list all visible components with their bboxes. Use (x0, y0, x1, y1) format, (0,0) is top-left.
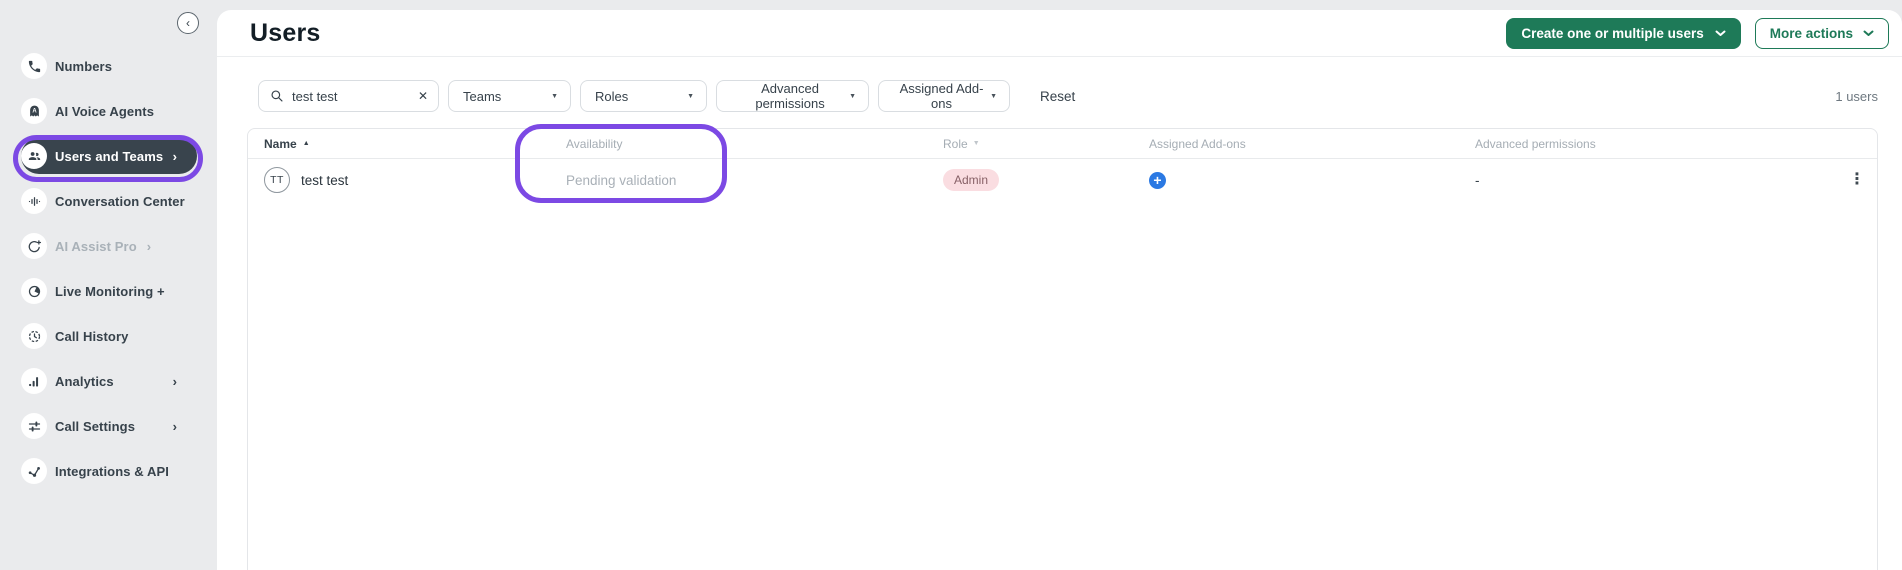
kebab-menu-icon[interactable]: ⋮ (1849, 172, 1865, 188)
sort-ascending-icon: ▲ (302, 140, 310, 147)
chevron-down-icon (1863, 30, 1874, 36)
sidebar-item-users-and-teams[interactable]: Users and Teams › (21, 138, 197, 174)
live-monitoring-icon (21, 278, 47, 304)
teams-filter-label: Teams (463, 88, 502, 104)
sidebar: ‹ Numbers A AI Voice Agents Users and Te… (0, 0, 216, 570)
sidebar-item-call-settings[interactable]: Call Settings › (21, 408, 197, 444)
sidebar-item-ai-assist-pro[interactable]: AI Assist Pro › (21, 228, 197, 264)
page-title: Users (250, 18, 321, 47)
sidebar-item-label: Users and Teams (55, 148, 164, 164)
reset-filters-link[interactable]: Reset (1040, 89, 1075, 104)
chevron-right-icon: › (146, 238, 152, 254)
sidebar-item-integrations-api[interactable]: Integrations & API (21, 453, 197, 489)
sidebar-item-label: Call History (55, 328, 129, 344)
column-header-label: Name (264, 136, 297, 151)
chevron-down-icon (1715, 30, 1726, 36)
column-header-label: Role (943, 136, 968, 151)
column-header-advanced-permissions: Advanced permissions (1475, 136, 1596, 151)
sidebar-item-label: Live Monitoring + (55, 283, 165, 299)
sidebar-item-label: Numbers (55, 58, 113, 74)
sliders-icon (21, 413, 47, 439)
role-cell: Admin (943, 169, 1149, 191)
ai-assist-icon (21, 233, 47, 259)
svg-text:A: A (32, 108, 37, 114)
sidebar-item-call-history[interactable]: Call History (21, 318, 197, 354)
phone-icon (21, 53, 47, 79)
search-icon (271, 90, 283, 102)
header-actions: Create one or multiple users More action… (1506, 17, 1889, 49)
assigned-addons-filter-label: Assigned Add-ons (899, 81, 984, 111)
roles-filter-label: Roles (595, 88, 629, 104)
page-header: Users Create one or multiple users More … (217, 10, 1902, 57)
user-name-cell: TT test test (248, 167, 566, 193)
main-content: Users Create one or multiple users More … (217, 10, 1902, 570)
caret-down-icon: ▼ (687, 92, 694, 100)
sidebar-item-label: AI Voice Agents (55, 103, 155, 119)
users-icon (21, 143, 47, 169)
sidebar-item-live-monitoring[interactable]: Live Monitoring + (21, 273, 197, 309)
integrations-icon (21, 458, 47, 484)
clear-search-icon[interactable]: ✕ (418, 90, 428, 102)
chevron-right-icon: › (172, 418, 177, 434)
sidebar-item-label: AI Assist Pro (55, 238, 137, 254)
table-header-row: Name ▲ Availability Role ▼ Assigned Add-… (248, 129, 1877, 159)
sidebar-nav: Numbers A AI Voice Agents Users and Team… (0, 0, 216, 489)
caret-down-icon: ▼ (849, 92, 856, 100)
column-header-availability: Availability (566, 136, 623, 151)
advanced-permissions-filter-label: Advanced permissions (755, 81, 825, 111)
role-badge: Admin (943, 169, 1000, 191)
search-box: ✕ (258, 80, 439, 112)
create-users-label: Create one or multiple users (1521, 25, 1704, 41)
sidebar-collapse-button[interactable]: ‹ (177, 12, 199, 34)
sidebar-item-label: Call Settings (55, 418, 136, 434)
user-count: 1 users (1835, 88, 1878, 104)
chevron-right-icon: › (172, 373, 177, 389)
sidebar-item-label: Conversation Center (55, 193, 185, 209)
roles-filter-dropdown[interactable]: Roles ▼ (580, 80, 707, 112)
advanced-permissions-cell: - (1475, 172, 1480, 188)
filter-bar: ✕ Teams ▼ Roles ▼ Advanced permissions ▼… (258, 80, 1878, 112)
column-header-name[interactable]: Name ▲ (248, 137, 566, 151)
sidebar-item-analytics[interactable]: Analytics › (21, 363, 197, 399)
create-users-button[interactable]: Create one or multiple users (1506, 17, 1741, 49)
column-header-role[interactable]: Role ▼ (943, 137, 1149, 151)
table-row[interactable]: TT test test Pending validation Admin + … (248, 159, 1877, 201)
chevron-left-icon: ‹ (186, 16, 190, 30)
add-addon-icon[interactable]: + (1149, 171, 1166, 189)
chevron-right-icon: › (172, 148, 177, 164)
sort-caret-icon: ▼ (972, 140, 980, 147)
sidebar-item-label: Integrations & API (55, 463, 169, 479)
avatar: TT (264, 167, 290, 193)
column-header-assigned-addons: Assigned Add-ons (1149, 136, 1246, 151)
voice-agent-icon: A (21, 98, 47, 124)
caret-down-icon: ▼ (551, 92, 558, 100)
availability-cell: Pending validation (566, 172, 677, 188)
sidebar-item-conversation-center[interactable]: Conversation Center (21, 183, 197, 219)
sidebar-item-label: Analytics (55, 373, 114, 389)
waveform-icon (21, 188, 47, 214)
analytics-icon (21, 368, 47, 394)
row-actions-cell: ⋮ (1815, 172, 1877, 188)
sidebar-item-numbers[interactable]: Numbers (21, 48, 197, 84)
history-icon (21, 323, 47, 349)
search-input[interactable] (292, 88, 410, 104)
teams-filter-dropdown[interactable]: Teams ▼ (448, 80, 571, 112)
advanced-permissions-filter-dropdown[interactable]: Advanced permissions ▼ (716, 80, 869, 112)
assigned-addons-filter-dropdown[interactable]: Assigned Add-ons ▼ (878, 80, 1010, 112)
more-actions-label: More actions (1769, 25, 1853, 41)
users-table: Name ▲ Availability Role ▼ Assigned Add-… (247, 128, 1878, 570)
sidebar-item-ai-voice-agents[interactable]: A AI Voice Agents (21, 93, 197, 129)
assigned-addons-cell: + (1149, 171, 1475, 189)
caret-down-icon: ▼ (990, 92, 997, 100)
user-name: test test (301, 172, 349, 188)
more-actions-button[interactable]: More actions (1754, 17, 1889, 49)
